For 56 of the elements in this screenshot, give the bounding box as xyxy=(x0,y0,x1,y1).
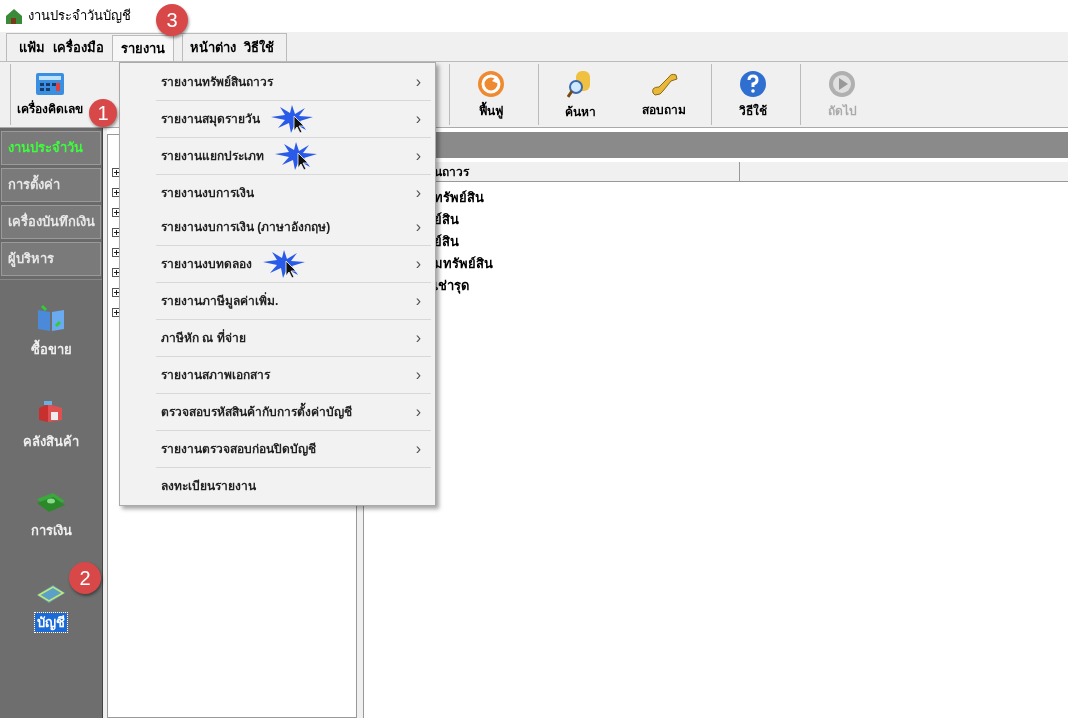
menu-item[interactable]: วิธีใช้ xyxy=(240,35,278,61)
menu-item[interactable]: รายงานทรัพย์สินถาวร › xyxy=(120,65,435,99)
window-title: งานประจำวันบัญชี xyxy=(28,7,131,26)
menu-item[interactable]: รายงานสภาพเอกสาร › xyxy=(120,358,435,392)
cursor-burst-icon xyxy=(274,141,318,171)
toolbar-button[interactable]: เครื่องคิดเลข xyxy=(13,64,87,125)
menu-item[interactable]: รายงานงบทดลอง › xyxy=(120,247,435,281)
house-icon xyxy=(4,6,24,26)
submenu-arrow-icon: › xyxy=(415,400,421,424)
menu-item[interactable]: รายงานสมุดรายวัน › xyxy=(120,102,435,136)
column-header[interactable]: นถาวร xyxy=(434,162,469,181)
menu-item[interactable]: ตรวจสอบรหัสสินค้ากับการตั้งค่าบัญชี › xyxy=(120,395,435,429)
menu-item[interactable]: ภาษีหัก ณ ที่จ่าย › xyxy=(120,321,435,355)
number-badge: 3 xyxy=(156,4,188,36)
submenu-arrow-icon: › xyxy=(415,144,421,168)
magnifier-icon xyxy=(567,68,593,99)
menu-item[interactable]: รายงานภาษีมูลค่าเพิ่ม. › xyxy=(120,284,435,318)
menu-item[interactable]: ลงทะเบียนรายงาน xyxy=(120,469,435,503)
cursor-burst-icon xyxy=(270,104,314,134)
help-icon xyxy=(739,69,767,98)
menu-item[interactable]: รายงานแยกประเภท › xyxy=(120,139,435,173)
submenu-arrow-icon: › xyxy=(415,252,421,276)
submenu-arrow-icon: › xyxy=(415,70,421,94)
module-button[interactable]: ซื้อขาย xyxy=(30,304,72,360)
cursor-burst-icon xyxy=(262,249,306,279)
toolbar-button[interactable]: ฟื้นฟู xyxy=(456,64,526,125)
menu-item[interactable]: รายงาน xyxy=(112,35,174,61)
menu-item[interactable]: แฟ้ม xyxy=(15,35,49,61)
module-button[interactable]: คลังสินค้า xyxy=(23,399,79,451)
menu-item[interactable]: รายงานตรวจสอบก่อนปิดบัญชี › xyxy=(120,432,435,466)
nav-tab[interactable]: ผู้บริหาร xyxy=(1,242,101,276)
book-icon xyxy=(36,304,66,332)
play-circle-icon xyxy=(828,69,856,98)
submenu-arrow-icon: › xyxy=(415,107,421,131)
submenu-arrow-icon: › xyxy=(415,363,421,387)
submenu-arrow-icon: › xyxy=(415,437,421,461)
calculator-icon xyxy=(35,71,65,96)
toolbar-button[interactable]: ค้นหา xyxy=(545,64,615,125)
submenu-arrow-icon: › xyxy=(415,215,421,239)
submenu-arrow-icon: › xyxy=(415,326,421,350)
submenu-arrow-icon: › xyxy=(415,181,421,205)
menu-item[interactable]: เครื่องมือ xyxy=(49,35,108,61)
nav-tab[interactable]: เครื่องบันทึกเงิน xyxy=(1,205,101,239)
toolbar-button[interactable]: สอบถาม xyxy=(629,64,699,125)
module-button[interactable]: การเงิน xyxy=(30,491,72,541)
module-button[interactable]: บัญชี xyxy=(35,580,67,632)
nav-tab[interactable]: การตั้งค่า xyxy=(1,168,101,202)
banknote-icon xyxy=(35,491,67,513)
menu-item[interactable]: หน้าต่าง xyxy=(186,35,240,61)
tree-item[interactable]: มทรัพย์สิน xyxy=(434,254,1068,273)
toolbar-button[interactable]: วิธีใช้ xyxy=(718,64,788,125)
menu-item[interactable]: รายงานงบการเงิน › xyxy=(120,176,435,210)
tree-item[interactable]: ทรัพย์สิน xyxy=(434,188,1068,207)
refresh-icon xyxy=(477,69,505,98)
menu-item[interactable]: รายงานงบการเงิน (ภาษาอังกฤษ) › xyxy=(120,210,435,244)
submenu-arrow-icon: › xyxy=(415,289,421,313)
